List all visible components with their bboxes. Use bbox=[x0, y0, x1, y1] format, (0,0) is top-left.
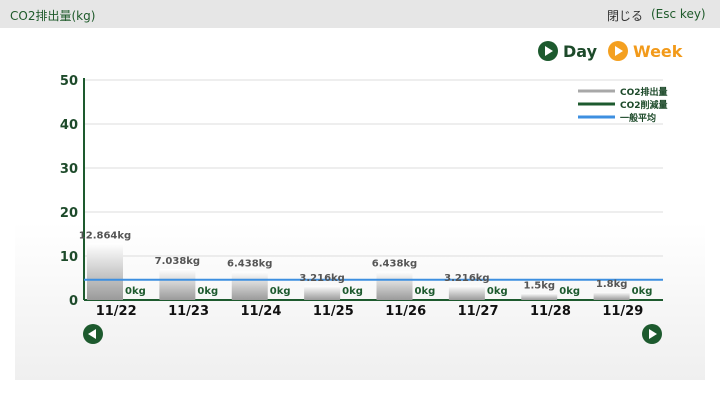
emission-value-label: 6.438kg bbox=[372, 259, 417, 270]
y-tick-label: 30 bbox=[60, 162, 78, 177]
emission-value-label: 3.216kg bbox=[299, 273, 344, 284]
previous-week-button[interactable] bbox=[83, 324, 103, 344]
reduction-bar bbox=[484, 299, 503, 300]
reduction-value-label: 0kg bbox=[487, 286, 508, 297]
emission-value-label: 1.5kg bbox=[523, 280, 555, 291]
x-tick-label: 11/29 bbox=[602, 304, 643, 319]
next-week-button[interactable] bbox=[642, 324, 662, 344]
y-tick-label: 50 bbox=[60, 74, 78, 89]
x-tick-label: 11/23 bbox=[168, 304, 209, 319]
x-tick-label: 11/24 bbox=[240, 304, 281, 319]
reduction-bar bbox=[123, 299, 141, 300]
emission-bar bbox=[304, 285, 341, 300]
reduction-bar bbox=[629, 299, 648, 300]
emission-bar bbox=[521, 293, 558, 300]
reduction-value-label: 0kg bbox=[270, 286, 291, 297]
reduction-bar bbox=[412, 299, 431, 300]
legend-label: CO2削減量 bbox=[620, 99, 668, 111]
legend-label: CO2排出量 bbox=[620, 86, 668, 98]
reduction-value-label: 0kg bbox=[632, 286, 653, 297]
reduction-value-label: 0kg bbox=[342, 286, 363, 297]
emission-value-label: 7.038kg bbox=[155, 256, 200, 267]
x-tick-label: 11/27 bbox=[458, 304, 499, 319]
reduction-bar bbox=[557, 299, 576, 300]
reduction-value-label: 0kg bbox=[197, 286, 218, 297]
reduction-bar bbox=[195, 299, 214, 300]
emission-value-label: 1.8kg bbox=[596, 279, 628, 290]
reduction-value-label: 0kg bbox=[415, 286, 436, 297]
y-tick-label: 10 bbox=[60, 250, 78, 265]
x-tick-label: 11/26 bbox=[385, 304, 426, 319]
x-tick-label: 11/22 bbox=[96, 304, 137, 319]
reduction-bar bbox=[340, 299, 359, 300]
emission-bar bbox=[159, 269, 196, 300]
reduction-bar bbox=[267, 299, 286, 300]
reduction-value-label: 0kg bbox=[125, 286, 146, 297]
y-tick-label: 0 bbox=[69, 294, 78, 309]
x-tick-label: 11/28 bbox=[530, 304, 571, 319]
emission-bar bbox=[87, 243, 123, 300]
x-tick-label: 11/25 bbox=[313, 304, 354, 319]
emission-value-label: 3.216kg bbox=[444, 273, 489, 284]
legend-label: 一般平均 bbox=[620, 112, 656, 124]
emission-value-label: 6.438kg bbox=[227, 259, 272, 270]
reduction-value-label: 0kg bbox=[559, 286, 580, 297]
y-tick-label: 20 bbox=[60, 206, 78, 221]
emission-bar bbox=[593, 292, 630, 300]
emission-bar bbox=[376, 271, 413, 300]
emission-bar bbox=[231, 271, 268, 300]
emission-bar bbox=[448, 285, 485, 300]
co2-chart: 0 10 20 30 40 50 12.864kg 0kg 11/22 7.038kg 0kg 11/… bbox=[60, 74, 668, 319]
emission-value-label: 12.864kg bbox=[79, 230, 131, 241]
y-tick-label: 40 bbox=[60, 118, 78, 133]
